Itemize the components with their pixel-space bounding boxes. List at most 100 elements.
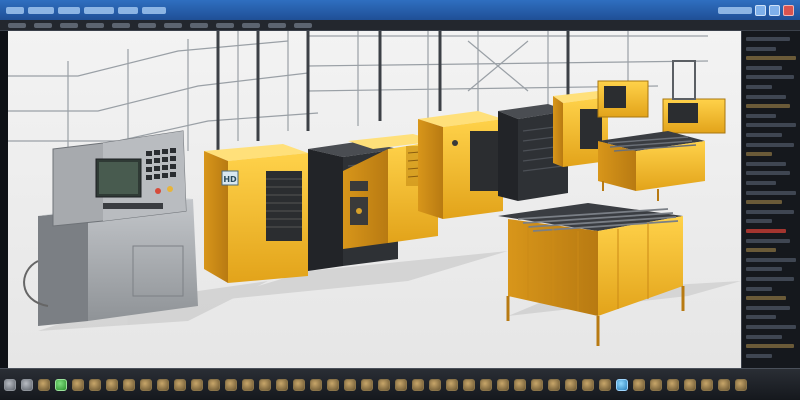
menu-item[interactable] (84, 6, 114, 14)
tool-icon-button[interactable] (480, 378, 492, 391)
tool-icon-button[interactable] (701, 378, 713, 391)
tool-icon-button[interactable] (531, 378, 543, 391)
tool-icon-button[interactable] (616, 378, 628, 391)
property-row[interactable] (746, 161, 786, 166)
yellow-cabinet-3[interactable] (418, 111, 503, 219)
tool-icon-button[interactable] (395, 378, 407, 391)
toolbar-button[interactable] (60, 22, 78, 28)
toolbar-button[interactable] (86, 22, 104, 28)
tool-icon-button[interactable] (684, 378, 696, 391)
toolbar-button[interactable] (138, 22, 156, 28)
property-row[interactable] (746, 123, 796, 128)
property-row[interactable] (746, 171, 790, 176)
tool-icon-button[interactable] (650, 378, 662, 391)
tool-icon-button[interactable] (514, 378, 526, 391)
yellow-cabinet-1[interactable]: HD (204, 144, 308, 283)
menu-item[interactable] (142, 6, 166, 14)
property-row[interactable] (746, 85, 772, 89)
property-row[interactable] (746, 325, 796, 329)
property-row[interactable] (746, 56, 796, 61)
toolbar-button[interactable] (112, 22, 130, 28)
tool-icon-button[interactable] (191, 378, 203, 391)
toolbar-button[interactable] (242, 22, 260, 28)
tool-icon-button[interactable] (412, 378, 424, 391)
tool-icon-button[interactable] (225, 378, 237, 391)
property-row[interactable] (746, 190, 796, 195)
tool-icon-button[interactable] (735, 378, 747, 391)
menu-item[interactable] (118, 6, 138, 14)
tool-icon-button[interactable] (123, 378, 135, 391)
property-row[interactable] (746, 257, 796, 262)
tool-icon-button[interactable] (4, 378, 16, 391)
minimize-button[interactable] (755, 4, 766, 16)
tool-icon-button[interactable] (429, 378, 441, 391)
toolbar-button[interactable] (216, 22, 234, 28)
property-row[interactable] (746, 353, 772, 358)
tool-icon-button[interactable] (293, 378, 305, 391)
maximize-button[interactable] (769, 4, 780, 16)
tool-icon-button[interactable] (72, 378, 84, 391)
tool-icon-button[interactable] (276, 378, 288, 391)
tool-icon-button[interactable] (157, 378, 169, 391)
property-row[interactable] (746, 344, 794, 349)
property-row[interactable] (746, 142, 794, 147)
property-row[interactable] (746, 181, 776, 185)
toolbar-button[interactable] (190, 22, 208, 28)
property-row[interactable] (746, 200, 782, 205)
tool-icon-button[interactable] (259, 378, 271, 391)
tool-icon-button[interactable] (327, 378, 339, 391)
property-row[interactable] (746, 334, 782, 339)
property-row[interactable] (746, 133, 782, 137)
property-row[interactable] (746, 46, 776, 51)
property-row[interactable] (746, 267, 782, 272)
toolbar-button[interactable] (34, 22, 52, 28)
tool-icon-button[interactable] (497, 378, 509, 391)
properties-panel[interactable] (741, 31, 800, 368)
property-row[interactable] (746, 248, 776, 253)
property-row[interactable] (746, 296, 786, 301)
property-row[interactable] (746, 75, 794, 80)
tool-icon-button[interactable] (667, 378, 679, 391)
3d-viewport[interactable]: HD (8, 31, 741, 368)
tool-icon-button[interactable] (55, 378, 67, 391)
toolbar-button[interactable] (164, 22, 182, 28)
tool-icon-button[interactable] (140, 378, 152, 391)
close-button[interactable] (783, 4, 794, 16)
menu-item[interactable] (6, 6, 24, 14)
property-row[interactable] (746, 65, 782, 70)
property-row[interactable] (746, 315, 776, 320)
emergency-stop-icon[interactable] (155, 188, 161, 194)
tool-icon-button[interactable] (565, 378, 577, 391)
property-row[interactable] (746, 277, 794, 281)
tool-icon-button[interactable] (21, 378, 33, 391)
tool-icon-button[interactable] (242, 378, 254, 391)
property-row[interactable] (746, 305, 790, 310)
menu-item[interactable] (28, 6, 54, 14)
tool-icon-button[interactable] (633, 378, 645, 391)
tool-icon-button[interactable] (582, 378, 594, 391)
toolbar-button[interactable] (268, 22, 286, 28)
toolbar-button[interactable] (8, 22, 26, 28)
tool-icon-button[interactable] (310, 378, 322, 391)
menu-item[interactable] (58, 6, 80, 14)
property-row[interactable] (746, 229, 786, 233)
toolbar-button[interactable] (294, 22, 312, 28)
tool-icon-button[interactable] (174, 378, 186, 391)
property-row[interactable] (746, 286, 772, 291)
property-row[interactable] (746, 209, 794, 214)
property-row[interactable] (746, 37, 790, 41)
property-row[interactable] (746, 238, 790, 243)
property-row[interactable] (746, 219, 772, 224)
tool-icon-button[interactable] (718, 378, 730, 391)
tool-icon-button[interactable] (378, 378, 390, 391)
property-row[interactable] (746, 104, 790, 109)
tool-icon-button[interactable] (361, 378, 373, 391)
property-row[interactable] (746, 94, 786, 99)
tool-icon-button[interactable] (599, 378, 611, 391)
tool-icon-button[interactable] (344, 378, 356, 391)
tool-icon-button[interactable] (548, 378, 560, 391)
property-row[interactable] (746, 113, 776, 118)
tool-icon-button[interactable] (446, 378, 458, 391)
property-row[interactable] (746, 152, 772, 157)
tool-icon-button[interactable] (89, 378, 101, 391)
